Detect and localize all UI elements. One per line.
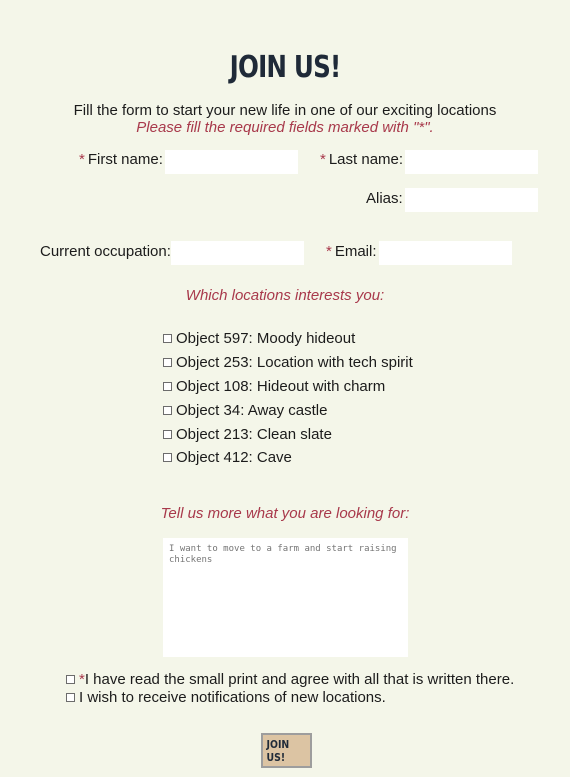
details-textarea[interactable]	[163, 538, 408, 657]
location-label: Object 34: Away castle	[176, 401, 328, 419]
required-note: Please fill the required fields marked w…	[136, 119, 434, 136]
location-option[interactable]: Object 108: Hideout with charm	[163, 375, 413, 399]
email-label-text: Email:	[334, 243, 377, 260]
location-label: Object 597: Moody hideout	[176, 330, 356, 348]
location-option[interactable]: Object 253: Location with tech spirit	[163, 351, 413, 375]
agree-option[interactable]: * I have read the small print and agree …	[66, 671, 514, 688]
email-input[interactable]	[379, 241, 512, 265]
checkbox[interactable]	[163, 405, 172, 415]
location-label: Object 108: Hideout with charm	[176, 377, 386, 395]
agree-checkbox[interactable]	[66, 675, 75, 684]
join-us-button-label: JOIN US!	[266, 737, 290, 764]
last-name-label-text: Last name:	[328, 151, 404, 168]
location-option[interactable]: Object 213: Clean slate	[163, 422, 413, 446]
location-label: Object 253: Location with tech spirit	[176, 354, 413, 372]
checkbox[interactable]	[163, 429, 172, 439]
join-us-button[interactable]: JOIN US!	[261, 733, 312, 768]
required-star: *	[320, 151, 326, 168]
locations-heading: Which locations interests you:	[185, 287, 385, 304]
agree-label: I have read the small print and agree wi…	[84, 671, 515, 688]
occupation-label: Current occupation:	[40, 243, 171, 260]
location-label: Object 213: Clean slate	[176, 425, 332, 443]
page-title: JOIN US!	[229, 50, 342, 85]
location-label: Object 412: Cave	[176, 449, 292, 467]
alias-label: Alias:	[366, 190, 403, 207]
required-star: *	[79, 151, 85, 168]
notify-label: I wish to receive notifications of new l…	[79, 689, 386, 706]
last-name-label: * Last name:	[320, 151, 403, 168]
location-option[interactable]: Object 597: Moody hideout	[163, 327, 413, 351]
location-option[interactable]: Object 34: Away castle	[163, 398, 413, 422]
notify-checkbox[interactable]	[66, 693, 75, 702]
intro-text: Fill the form to start your new life in …	[73, 102, 497, 119]
checkbox[interactable]	[163, 453, 172, 463]
checkbox[interactable]	[163, 358, 172, 368]
details-heading: Tell us more what you are looking for:	[160, 505, 410, 522]
occupation-input[interactable]	[171, 241, 304, 265]
alias-input[interactable]	[405, 188, 538, 212]
location-option[interactable]: Object 412: Cave	[163, 446, 413, 470]
checkbox[interactable]	[163, 381, 172, 391]
checkbox[interactable]	[163, 334, 172, 344]
last-name-input[interactable]	[405, 150, 538, 174]
first-name-label-text: First name:	[87, 151, 163, 168]
locations-list: Object 597: Moody hideout Object 253: Lo…	[163, 327, 413, 470]
first-name-input[interactable]	[165, 150, 298, 174]
required-star: *	[326, 243, 332, 260]
notify-option[interactable]: I wish to receive notifications of new l…	[66, 689, 386, 706]
first-name-label: * First name:	[79, 151, 163, 168]
email-label: * Email:	[326, 243, 377, 260]
